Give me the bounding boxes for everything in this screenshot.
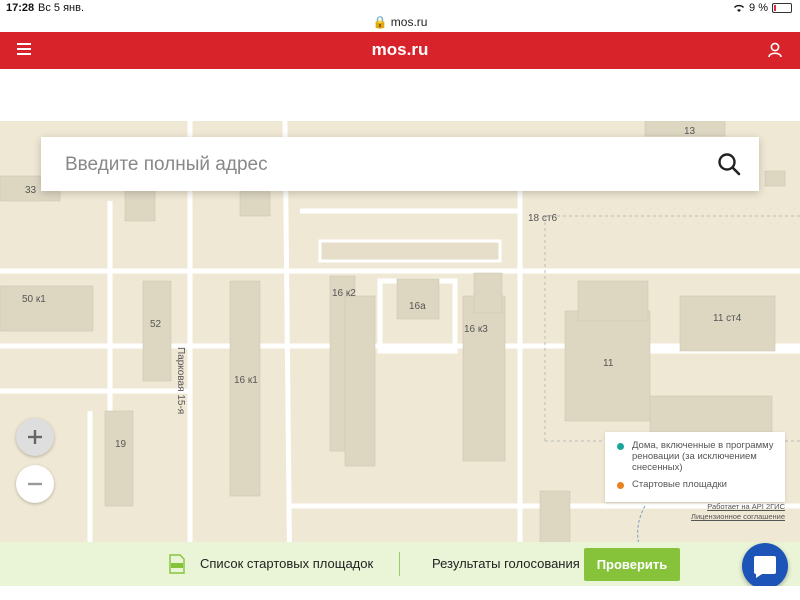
status-time: 17:28 bbox=[6, 2, 35, 14]
map-label-11-st4: 11 ст4 bbox=[713, 313, 742, 324]
site-title[interactable]: mos.ru bbox=[0, 40, 800, 60]
address-search[interactable] bbox=[41, 137, 759, 193]
map-label-16-k3: 16 к3 bbox=[464, 324, 488, 335]
start-sites-list-link[interactable]: Список стартовых площадок bbox=[200, 556, 373, 571]
api-link[interactable]: Работает на API 2ГИС bbox=[680, 502, 785, 512]
legend-label: Стартовые площадки bbox=[632, 479, 727, 490]
lock-icon: 🔒 bbox=[372, 15, 388, 29]
legend-label: Дома, включенные в программу реновации (… bbox=[632, 440, 774, 473]
page-bottom-strip bbox=[0, 586, 800, 600]
battery-icon bbox=[772, 3, 792, 13]
address-bar[interactable]: 🔒 mos.ru bbox=[0, 15, 800, 29]
chat-button[interactable] bbox=[742, 543, 788, 589]
map-label-16-k2: 16 к2 bbox=[332, 288, 356, 299]
voting-results-label: Результаты голосования bbox=[432, 556, 580, 571]
bottom-bar: Список стартовых площадок Результаты гол… bbox=[0, 542, 800, 586]
battery-percent: 9 % bbox=[749, 2, 768, 14]
minus-icon bbox=[28, 482, 42, 486]
map-attribution: Работает на API 2ГИС Лицензионное соглаш… bbox=[680, 502, 785, 522]
chat-icon bbox=[754, 556, 776, 578]
legend-item-renovation: Дома, включенные в программу реновации (… bbox=[613, 440, 777, 473]
search-icon[interactable] bbox=[717, 152, 741, 176]
map-label-13: 13 bbox=[684, 126, 696, 137]
street-label: Парковая 15-я bbox=[175, 347, 186, 415]
map-label-33: 33 bbox=[25, 185, 37, 196]
search-input[interactable] bbox=[63, 137, 687, 193]
map-label-16-k1: 16 к1 bbox=[234, 375, 258, 386]
map-label-16a: 16а bbox=[409, 301, 426, 312]
license-link[interactable]: Лицензионное соглашение bbox=[680, 512, 785, 522]
map-label-19: 19 bbox=[115, 439, 127, 450]
status-indicators: 9 % bbox=[733, 2, 792, 14]
pdf-icon bbox=[169, 554, 185, 574]
map-label-11: 11 bbox=[603, 358, 614, 369]
check-button[interactable]: Проверить bbox=[584, 548, 680, 581]
map-legend: Дома, включенные в программу реновации (… bbox=[605, 432, 785, 502]
map-label-18-st6: 18 ст6 bbox=[528, 213, 558, 224]
map-label-52: 52 bbox=[150, 319, 162, 330]
map-label-50-k1: 50 к1 bbox=[22, 294, 46, 305]
zoom-out-button[interactable] bbox=[16, 465, 54, 503]
site-header: mos.ru bbox=[0, 32, 800, 69]
wifi-icon bbox=[734, 4, 745, 12]
status-date: Вс 5 янв. bbox=[38, 2, 84, 14]
legend-item-start-sites: Стартовые площадки bbox=[613, 479, 777, 490]
teal-dot-icon bbox=[617, 443, 624, 450]
status-bar: 17:28 Вс 5 янв. 🔒 mos.ru 9 % bbox=[0, 0, 800, 32]
divider bbox=[399, 552, 400, 576]
address-url: mos.ru bbox=[390, 15, 428, 29]
orange-dot-icon bbox=[617, 482, 624, 489]
plus-icon bbox=[28, 430, 42, 444]
zoom-in-button[interactable] bbox=[16, 418, 54, 456]
user-icon[interactable] bbox=[768, 42, 782, 58]
